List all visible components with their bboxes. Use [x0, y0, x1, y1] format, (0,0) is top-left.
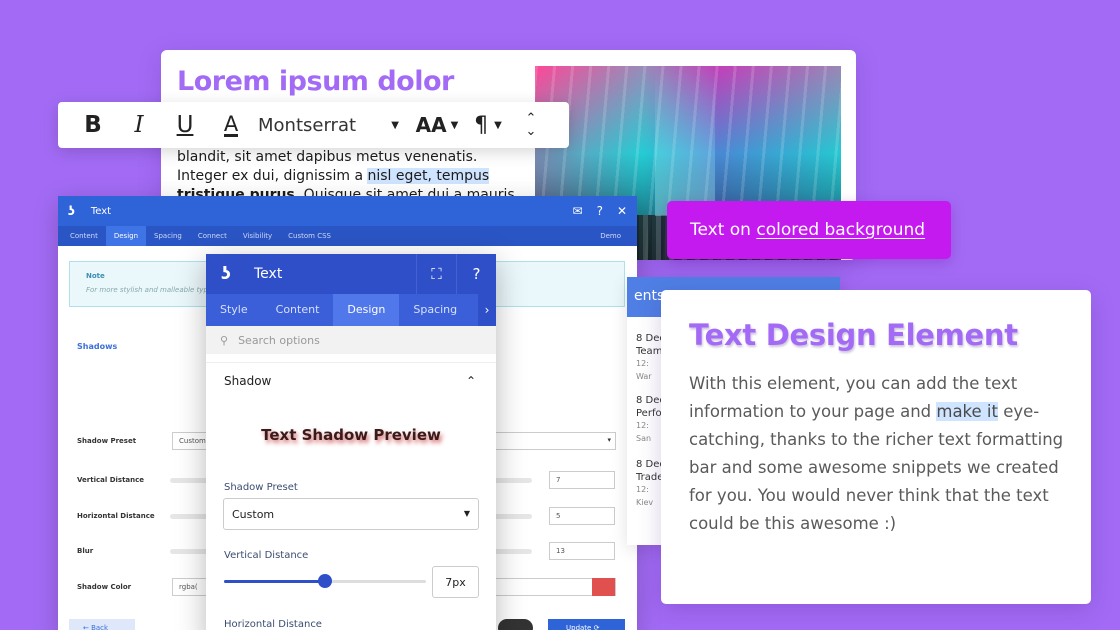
italic-button[interactable]: I — [116, 102, 162, 148]
admin-tabs: Content Design Spacing Connect Visibilit… — [58, 226, 637, 246]
tab-design[interactable]: Design — [333, 294, 400, 326]
admin-tab-visibility[interactable]: Visibility — [235, 226, 280, 246]
help-icon[interactable]: ? — [597, 204, 603, 218]
chevron-right-icon[interactable]: › — [478, 294, 496, 326]
article-title: Lorem ipsum dolor — [177, 66, 454, 97]
close-icon[interactable]: ✕ — [617, 204, 627, 218]
admin-title: Text — [90, 205, 112, 217]
mail-icon[interactable]: ✉ — [573, 204, 583, 218]
admin-preset-value: Custom — [179, 437, 206, 445]
admin-update-button[interactable]: Update ⟳ — [548, 619, 625, 630]
admin-section-shadows[interactable]: Shadows — [77, 342, 117, 351]
slider-handle[interactable] — [318, 574, 332, 588]
preset-label: Shadow Preset — [224, 482, 298, 493]
logo-icon: ʖ — [68, 204, 75, 218]
logo-icon: ʖ — [221, 264, 231, 284]
body-highlight: make it — [936, 402, 998, 421]
shadow-preset-select[interactable]: Custom ▼ — [223, 498, 479, 530]
shadow-preview: Text Shadow Preview — [261, 426, 441, 444]
font-size-button[interactable]: AA ▼ — [409, 113, 465, 137]
admin-blur-input[interactable]: 13 — [549, 542, 615, 560]
formatting-toolbar: B I U A Montserrat ▼ AA ▼ ¶ ▼ ⌃ ⌄ — [58, 102, 569, 148]
admin-dark-button[interactable] — [498, 619, 533, 630]
colored-background-chip: Text on colored background — [667, 201, 951, 259]
paragraph-icon: ¶ — [474, 112, 489, 138]
admin-vertical-input[interactable]: 7 — [549, 471, 615, 489]
font-size-icon: AA — [415, 113, 447, 137]
admin-tab-design[interactable]: Design — [105, 226, 147, 246]
vertical-distance-slider[interactable] — [224, 574, 426, 588]
tab-spacing[interactable]: Spacing — [399, 294, 471, 326]
chevron-down-icon: ▼ — [450, 119, 459, 131]
text-color-button[interactable]: A — [223, 113, 239, 137]
admin-title-bar: ʖ Text ✉ ? ✕ — [58, 196, 637, 226]
search-icon: ⚲ — [220, 333, 229, 347]
shadow-section-header[interactable]: Shadow ⌃ — [206, 362, 496, 398]
vertical-distance-input[interactable]: 7px — [432, 566, 479, 598]
admin-color-swatch[interactable] — [592, 578, 615, 596]
vertical-label: Vertical Distance — [224, 550, 309, 561]
text-design-panel: ʖ Text ⛶ ? Style Content Design Spacing … — [206, 254, 496, 630]
admin-horizontal-input[interactable]: 5 — [549, 507, 615, 525]
underline-button[interactable]: U — [162, 102, 208, 148]
admin-row-label: Shadow Color — [77, 583, 132, 591]
paragraph-button[interactable]: ¶ ▼ — [465, 113, 511, 138]
admin-row-label: Horizontal Distance — [77, 512, 155, 520]
font-family-select[interactable]: Montserrat ▼ — [254, 102, 399, 148]
text-design-card: Text Design Element With this element, y… — [661, 290, 1091, 604]
horizontal-label: Horizontal Distance — [224, 619, 322, 630]
chevron-down-icon: ▾ — [607, 436, 611, 444]
section-title: Shadow — [224, 373, 272, 388]
tab-content[interactable]: Content — [262, 294, 334, 326]
fullscreen-icon[interactable]: ⛶ — [416, 254, 456, 294]
panel-title: Text — [254, 266, 283, 282]
admin-tab-demo[interactable]: Demo — [592, 226, 629, 246]
design-card-body: With this element, you can add the text … — [689, 370, 1067, 538]
chip-text: Text on — [690, 220, 751, 240]
panel-tabs: Style Content Design Spacing › — [206, 294, 496, 326]
slider-fill — [224, 580, 325, 583]
chevron-down-icon: ▼ — [463, 509, 470, 518]
admin-tab-content[interactable]: Content — [62, 226, 106, 246]
chip-link[interactable]: colored background — [756, 220, 925, 240]
line-height-button[interactable]: ⌃ ⌄ — [511, 112, 551, 138]
chevron-up-icon: ⌃ — [465, 373, 476, 388]
panel-header: ʖ Text ⛶ ? — [206, 254, 496, 294]
article-highlight: nisl eget, tempus — [367, 168, 490, 184]
tab-style[interactable]: Style — [206, 294, 262, 326]
preset-value: Custom — [232, 508, 275, 521]
design-card-title: Text Design Element — [689, 318, 1018, 352]
admin-back-button[interactable]: ← Back — [69, 619, 135, 630]
chevron-down-icon: ▼ — [391, 119, 399, 131]
chevron-down-icon: ⌄ — [525, 124, 537, 139]
search-bar[interactable]: ⚲ Search options — [206, 326, 496, 354]
bold-button[interactable]: B — [70, 102, 116, 148]
admin-tab-custom-css[interactable]: Custom CSS — [280, 226, 339, 246]
admin-row-label: Vertical Distance — [77, 476, 145, 484]
search-input[interactable]: Search options — [238, 334, 320, 347]
font-family-value: Montserrat — [258, 114, 357, 136]
admin-row-label: Blur — [77, 547, 94, 555]
chevron-down-icon: ▼ — [494, 119, 502, 131]
body-text-part: eye-catching, thanks to the richer text … — [689, 402, 1064, 533]
admin-row-label: Shadow Preset — [77, 437, 137, 445]
admin-tab-connect[interactable]: Connect — [190, 226, 235, 246]
help-icon[interactable]: ? — [456, 254, 496, 294]
admin-tab-spacing[interactable]: Spacing — [146, 226, 190, 246]
